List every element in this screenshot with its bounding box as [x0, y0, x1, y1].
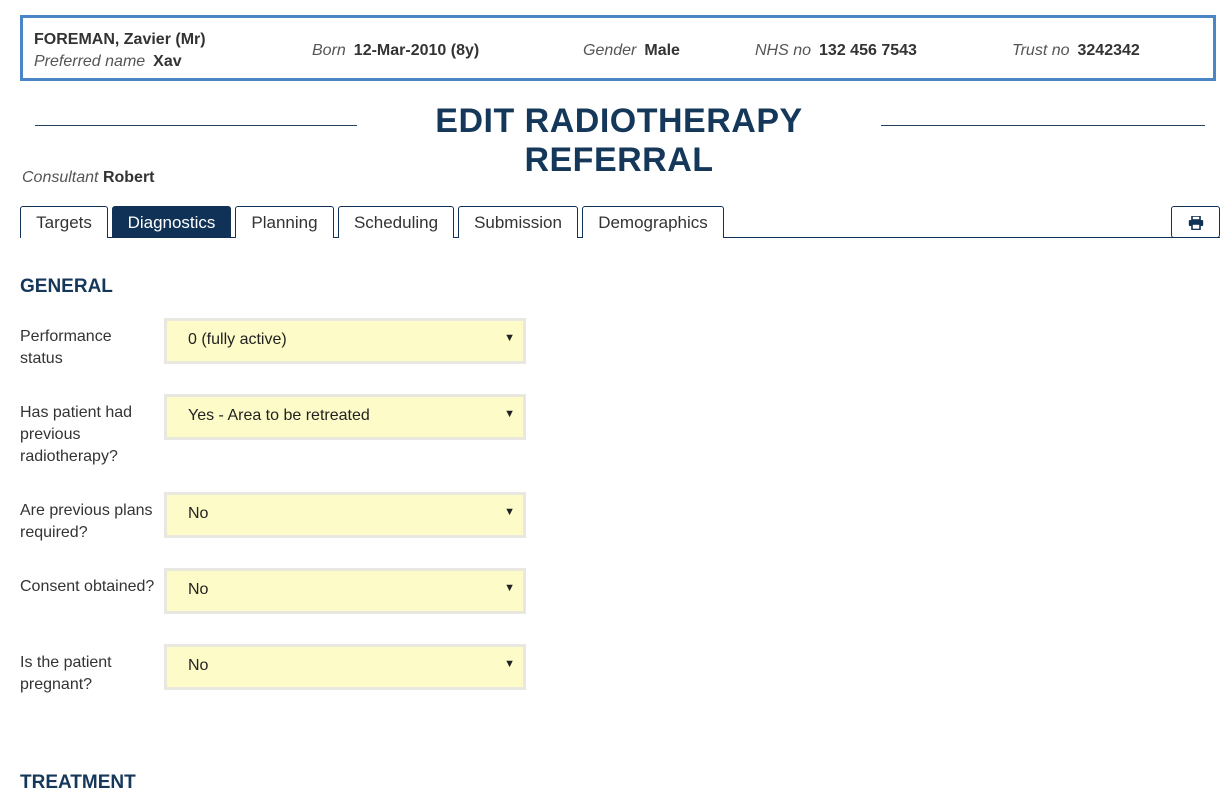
title-divider-left	[35, 125, 357, 126]
gender-field: Gender Male	[583, 42, 680, 60]
previous-radiotherapy-value: Yes - Area to be retreated	[188, 407, 370, 424]
tab-planning[interactable]: Planning	[235, 206, 334, 238]
preferred-name: Preferred name Xav	[34, 53, 182, 71]
born-label: Born	[312, 42, 346, 59]
previous-radiotherapy-select[interactable]: Yes - Area to be retreated ▼	[164, 394, 526, 440]
print-icon	[1188, 216, 1204, 230]
section-general-title: GENERAL	[20, 276, 113, 297]
tab-targets[interactable]: Targets	[20, 206, 108, 238]
previous-plans-label: Are previous plans required?	[20, 502, 153, 541]
born-value: 12-Mar-2010 (8y)	[353, 42, 480, 59]
consultant-label: Consultant	[22, 169, 99, 186]
trust-field: Trust no 3242342	[1012, 42, 1140, 60]
preferred-name-label: Preferred name	[34, 53, 146, 70]
previous-plans-select[interactable]: No ▼	[164, 492, 526, 538]
trust-value: 3242342	[1077, 42, 1140, 59]
nhs-field: NHS no 132 456 7543	[755, 42, 917, 60]
dropdown-arrow-icon: ▼	[504, 658, 515, 670]
trust-label: Trust no	[1012, 42, 1070, 59]
previous-radiotherapy-label: Has patient had previous radiotherapy?	[20, 404, 133, 465]
consultant: Consultant Robert	[22, 169, 155, 187]
patient-banner: FOREMAN, Zavier (Mr) Preferred name Xav B…	[20, 15, 1216, 81]
consent-label: Consent obtained?	[20, 578, 155, 595]
consultant-value: Robert	[102, 169, 155, 186]
gender-label: Gender	[583, 42, 637, 59]
title-divider-right	[881, 125, 1205, 126]
page-title-wrap: EDIT RADIOTHERAPY REFERRAL	[35, 100, 1205, 179]
consent-select[interactable]: No ▼	[164, 568, 526, 614]
performance-status-select[interactable]: 0 (fully active) ▼	[164, 318, 526, 364]
tab-demographics[interactable]: Demographics	[582, 206, 724, 238]
performance-status-value: 0 (fully active)	[188, 331, 287, 348]
dropdown-arrow-icon: ▼	[504, 582, 515, 594]
tab-diagnostics[interactable]: Diagnostics	[112, 206, 231, 238]
tab-bar: Targets Diagnostics Planning Scheduling …	[20, 206, 1220, 238]
dropdown-arrow-icon: ▼	[504, 506, 515, 518]
pregnant-label: Is the patient pregnant?	[20, 654, 112, 693]
tab-scheduling[interactable]: Scheduling	[338, 206, 454, 238]
nhs-label: NHS no	[755, 42, 812, 59]
pregnant-value: No	[188, 657, 209, 674]
consent-value: No	[188, 581, 209, 598]
born-field: Born 12-Mar-2010 (8y)	[312, 42, 479, 60]
preferred-name-value: Xav	[153, 53, 182, 70]
dropdown-arrow-icon: ▼	[504, 408, 515, 420]
patient-name: FOREMAN, Zavier (Mr)	[34, 31, 206, 48]
print-button[interactable]	[1171, 206, 1220, 238]
nhs-value: 132 456 7543	[819, 42, 917, 59]
pregnant-select[interactable]: No ▼	[164, 644, 526, 690]
gender-value: Male	[644, 42, 680, 59]
performance-status-label: Performance status	[20, 328, 112, 367]
tab-submission[interactable]: Submission	[458, 206, 578, 238]
section-treatment-title: TREATMENT	[20, 772, 136, 793]
page-title: EDIT RADIOTHERAPY REFERRAL	[435, 102, 803, 179]
previous-plans-value: No	[188, 505, 209, 522]
dropdown-arrow-icon: ▼	[504, 332, 515, 344]
